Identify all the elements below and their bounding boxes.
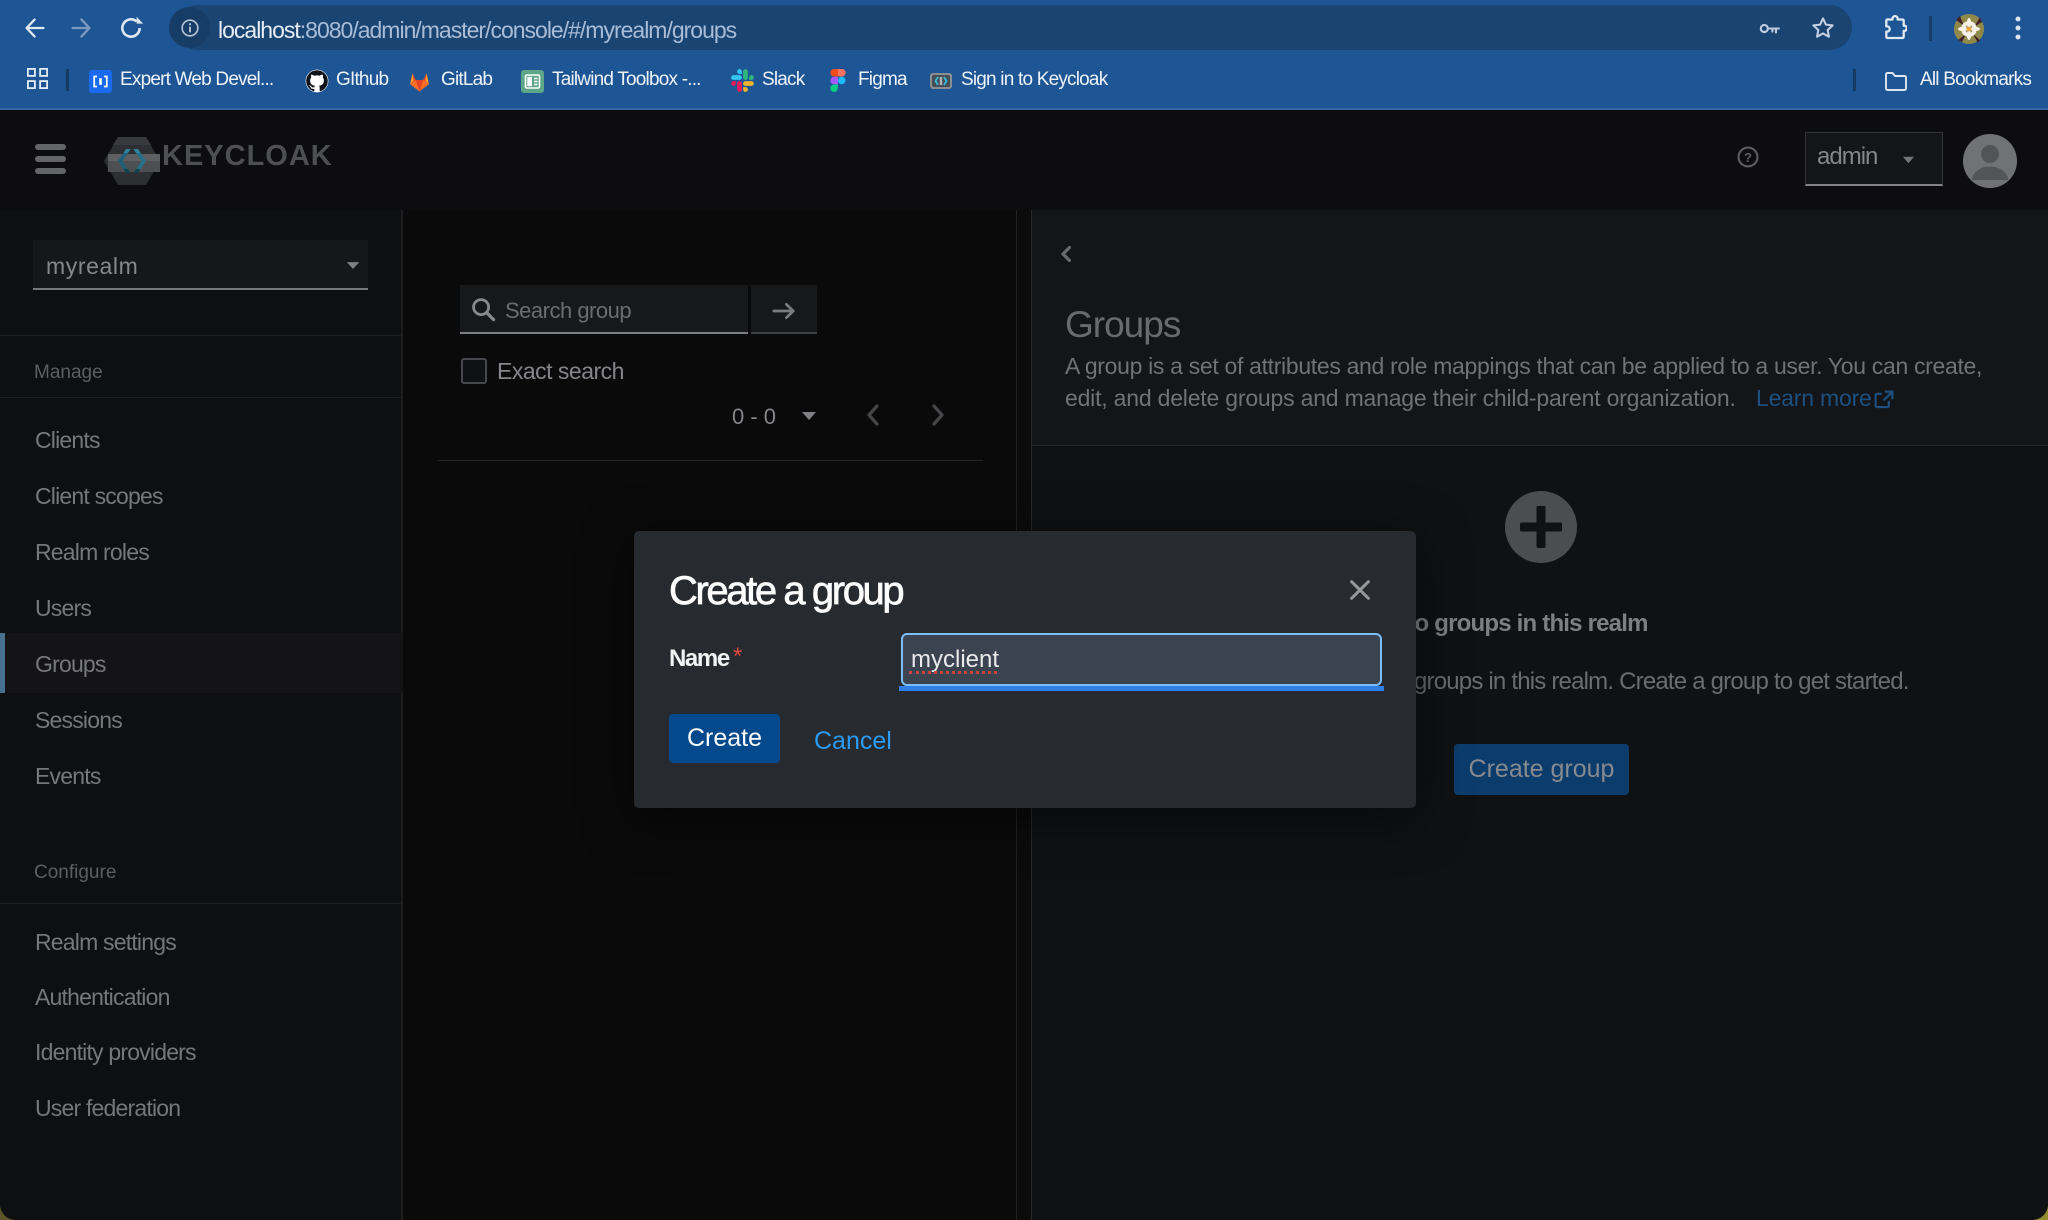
svg-text:?: ? [1744,150,1752,165]
